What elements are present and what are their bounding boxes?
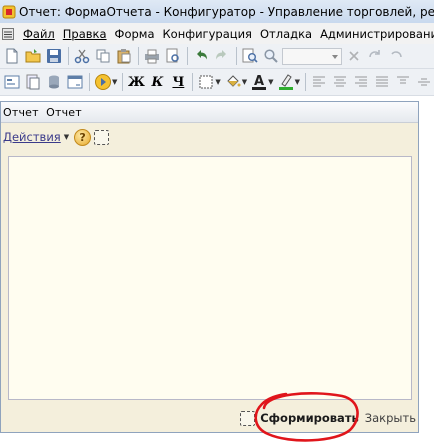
help-button[interactable]: ? (74, 128, 92, 146)
toolbar-separator (68, 47, 69, 65)
toolbar-separator (192, 73, 194, 91)
align-top-icon[interactable] (393, 72, 413, 92)
search-combo[interactable] (282, 47, 342, 65)
fill-color-button[interactable] (223, 72, 243, 92)
underline-icon: Ч (172, 74, 185, 90)
menu-form[interactable]: Форма (111, 27, 159, 41)
form-command-bar: Действия ▼ ? (1, 124, 418, 150)
align-right-icon[interactable] (351, 72, 371, 92)
menu-debug[interactable]: Отладка (256, 27, 316, 41)
window-title: Отчет Отчет (3, 105, 82, 119)
chevron-down-icon[interactable]: ▼ (112, 78, 117, 86)
highlighter-icon (278, 74, 293, 90)
border-button[interactable] (196, 72, 216, 92)
search-previous-icon[interactable] (365, 46, 385, 66)
align-left-icon[interactable] (309, 72, 329, 92)
toolbar-separator (138, 47, 139, 65)
menu-debug-label: Отладка (259, 26, 313, 41)
menu-administration-label: Администрирование (320, 26, 434, 41)
form-command-placeholder-icon[interactable] (94, 129, 110, 145)
menu-bar: Файл Правка Форма Конфигурация Отладка А… (0, 23, 434, 44)
underline-button[interactable]: Ч (168, 72, 188, 92)
italic-icon: К (151, 74, 164, 90)
font-color-icon: A (252, 74, 267, 90)
toolbar-separator (187, 47, 188, 65)
bottom-command-placeholder-icon[interactable] (240, 410, 256, 426)
actions-menu-button[interactable]: Действия (3, 130, 61, 144)
menu-form-label: Форма (114, 26, 155, 41)
app-title-bar: Отчет: ФормаОтчета - Конфигуратор - Упра… (0, 0, 434, 23)
window-title-bar: Отчет Отчет (1, 102, 418, 123)
chevron-down-icon[interactable]: ▼ (64, 133, 69, 141)
close-button[interactable]: Закрыть (365, 411, 416, 425)
system-menu-icon[interactable] (2, 27, 14, 40)
redo-icon[interactable] (212, 46, 232, 66)
toolbar-separator (122, 73, 124, 91)
form-editor-toolbar: ▼ Ж К Ч ▼ ▼ A ▼ ▼ (0, 69, 434, 96)
find-in-document-icon[interactable] (240, 46, 260, 66)
report-form-window: Отчет Отчет Действия ▼ ? Сформировать За… (0, 101, 419, 433)
menu-configuration[interactable]: Конфигурация (159, 27, 256, 41)
dialog-icon[interactable] (65, 72, 85, 92)
print-preview-icon[interactable] (163, 46, 183, 66)
bold-button[interactable]: Ж (126, 72, 146, 92)
app-icon (2, 5, 16, 18)
open-folder-icon[interactable] (23, 46, 43, 66)
align-center-icon[interactable] (330, 72, 350, 92)
save-icon[interactable] (44, 46, 64, 66)
form-bottom-bar: Сформировать Закрыть (1, 404, 418, 432)
italic-button[interactable]: К (147, 72, 167, 92)
new-file-icon[interactable] (2, 46, 22, 66)
toolbar-separator (89, 73, 90, 91)
toolbar-separator (236, 47, 237, 65)
form-layout-icon[interactable] (2, 72, 22, 92)
paste-icon[interactable] (114, 46, 134, 66)
standard-toolbar (0, 44, 434, 69)
paint-bucket-icon (227, 75, 241, 87)
report-spreadsheet-field[interactable] (8, 156, 412, 400)
toolbar-separator (304, 73, 306, 91)
border-icon (199, 75, 213, 89)
form-properties-icon[interactable] (23, 72, 43, 92)
print-icon[interactable] (142, 46, 162, 66)
menu-edit[interactable]: Правка (59, 27, 111, 41)
menu-configuration-label: Конфигурация (162, 26, 252, 41)
scroll-area-background (419, 96, 434, 442)
menu-file-label: Файл (23, 26, 55, 41)
font-color-button[interactable]: A (249, 72, 269, 92)
menu-edit-label: Правка (62, 26, 107, 41)
undo-icon[interactable] (191, 46, 211, 66)
chevron-down-icon[interactable]: ▼ (268, 78, 273, 86)
chevron-down-icon[interactable]: ▼ (215, 78, 220, 86)
chevron-down-icon[interactable]: ▼ (242, 78, 247, 86)
cut-icon[interactable] (72, 46, 92, 66)
search-icon[interactable] (261, 46, 281, 66)
align-justify-icon[interactable] (372, 72, 392, 92)
clear-search-icon[interactable] (344, 46, 364, 66)
bold-icon: Ж (127, 74, 145, 90)
copy-icon[interactable] (93, 46, 113, 66)
align-middle-icon[interactable] (414, 72, 434, 92)
search-next-icon[interactable] (386, 46, 406, 66)
menu-file[interactable]: Файл (19, 27, 59, 41)
generate-button[interactable]: Сформировать (260, 411, 359, 425)
font-color-letter: A (254, 74, 264, 89)
app-title: Отчет: ФормаОтчета - Конфигуратор - Упра… (19, 4, 434, 19)
menu-administration[interactable]: Администрирование (316, 27, 434, 41)
highlight-button[interactable] (276, 72, 296, 92)
run-icon[interactable] (93, 72, 113, 92)
database-icon[interactable] (44, 72, 64, 92)
chevron-down-icon[interactable]: ▼ (295, 78, 300, 86)
